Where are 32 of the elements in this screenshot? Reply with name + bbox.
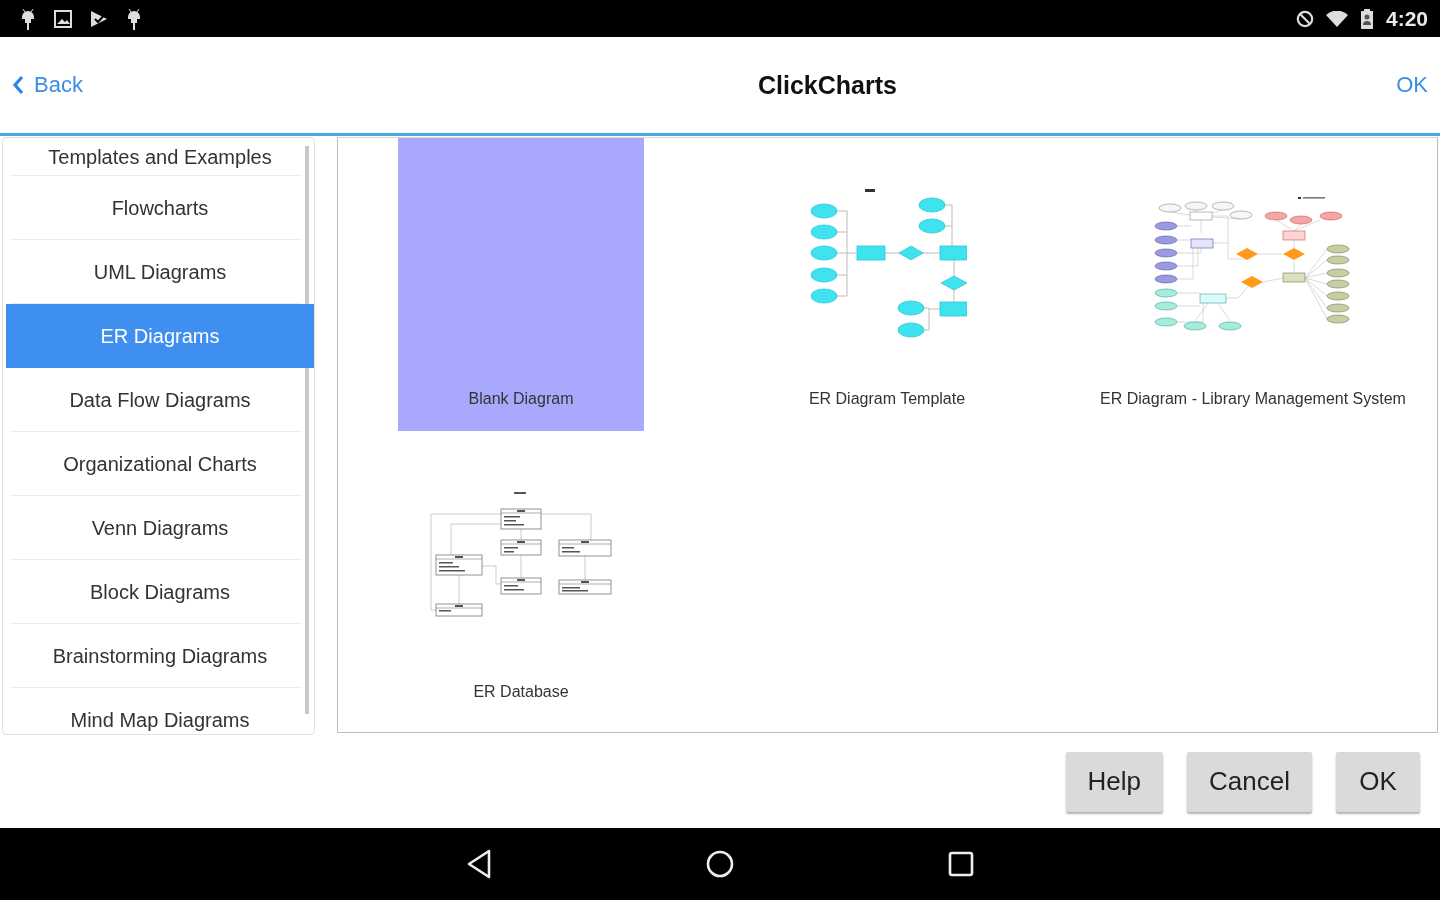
template-name: ER Database <box>473 682 569 702</box>
home-icon[interactable] <box>706 850 734 878</box>
image-icon <box>54 9 72 28</box>
wifi-icon <box>1325 10 1348 27</box>
template-name: ER Diagram - Library Management System <box>1100 389 1406 409</box>
chevron-left-icon <box>12 75 24 95</box>
sidebar-item[interactable]: Data Flow Diagrams <box>6 368 314 432</box>
help-button[interactable]: Help <box>1065 751 1164 812</box>
template-tile[interactable]: ER Database <box>398 431 644 724</box>
battery-icon <box>1359 8 1374 29</box>
robot-icon <box>126 7 142 30</box>
template-tile[interactable]: ER Diagram Template <box>764 138 1010 431</box>
sidebar-item[interactable]: UML Diagrams <box>6 240 314 304</box>
sidebar-item[interactable]: Organizational Charts <box>6 432 314 496</box>
template-tile[interactable]: ER Diagram - Library Management System <box>1092 138 1414 431</box>
sidebar-item[interactable]: Venn Diagrams <box>6 496 314 560</box>
recent-apps-icon[interactable] <box>948 851 974 877</box>
sidebar-item[interactable]: Flowcharts <box>6 176 314 240</box>
back-icon[interactable] <box>466 849 492 879</box>
window-title: ClickCharts <box>758 70 897 100</box>
ok-button[interactable]: OK <box>1336 751 1420 812</box>
template-tile[interactable]: Blank Diagram <box>398 138 644 431</box>
sidebar-item[interactable]: Templates and Examples <box>6 138 314 176</box>
clock-time: 4:20 <box>1385 6 1428 31</box>
sidebar-item[interactable]: Block Diagrams <box>6 560 314 624</box>
sidebar-item[interactable]: Brainstorming Diagrams <box>6 624 314 688</box>
template-name: Blank Diagram <box>468 389 574 409</box>
blocked-icon <box>1295 9 1314 28</box>
cancel-button[interactable]: Cancel <box>1187 751 1312 812</box>
robot-icon <box>20 7 36 30</box>
template-name: ER Diagram Template <box>808 389 966 409</box>
play-icon <box>90 9 108 28</box>
